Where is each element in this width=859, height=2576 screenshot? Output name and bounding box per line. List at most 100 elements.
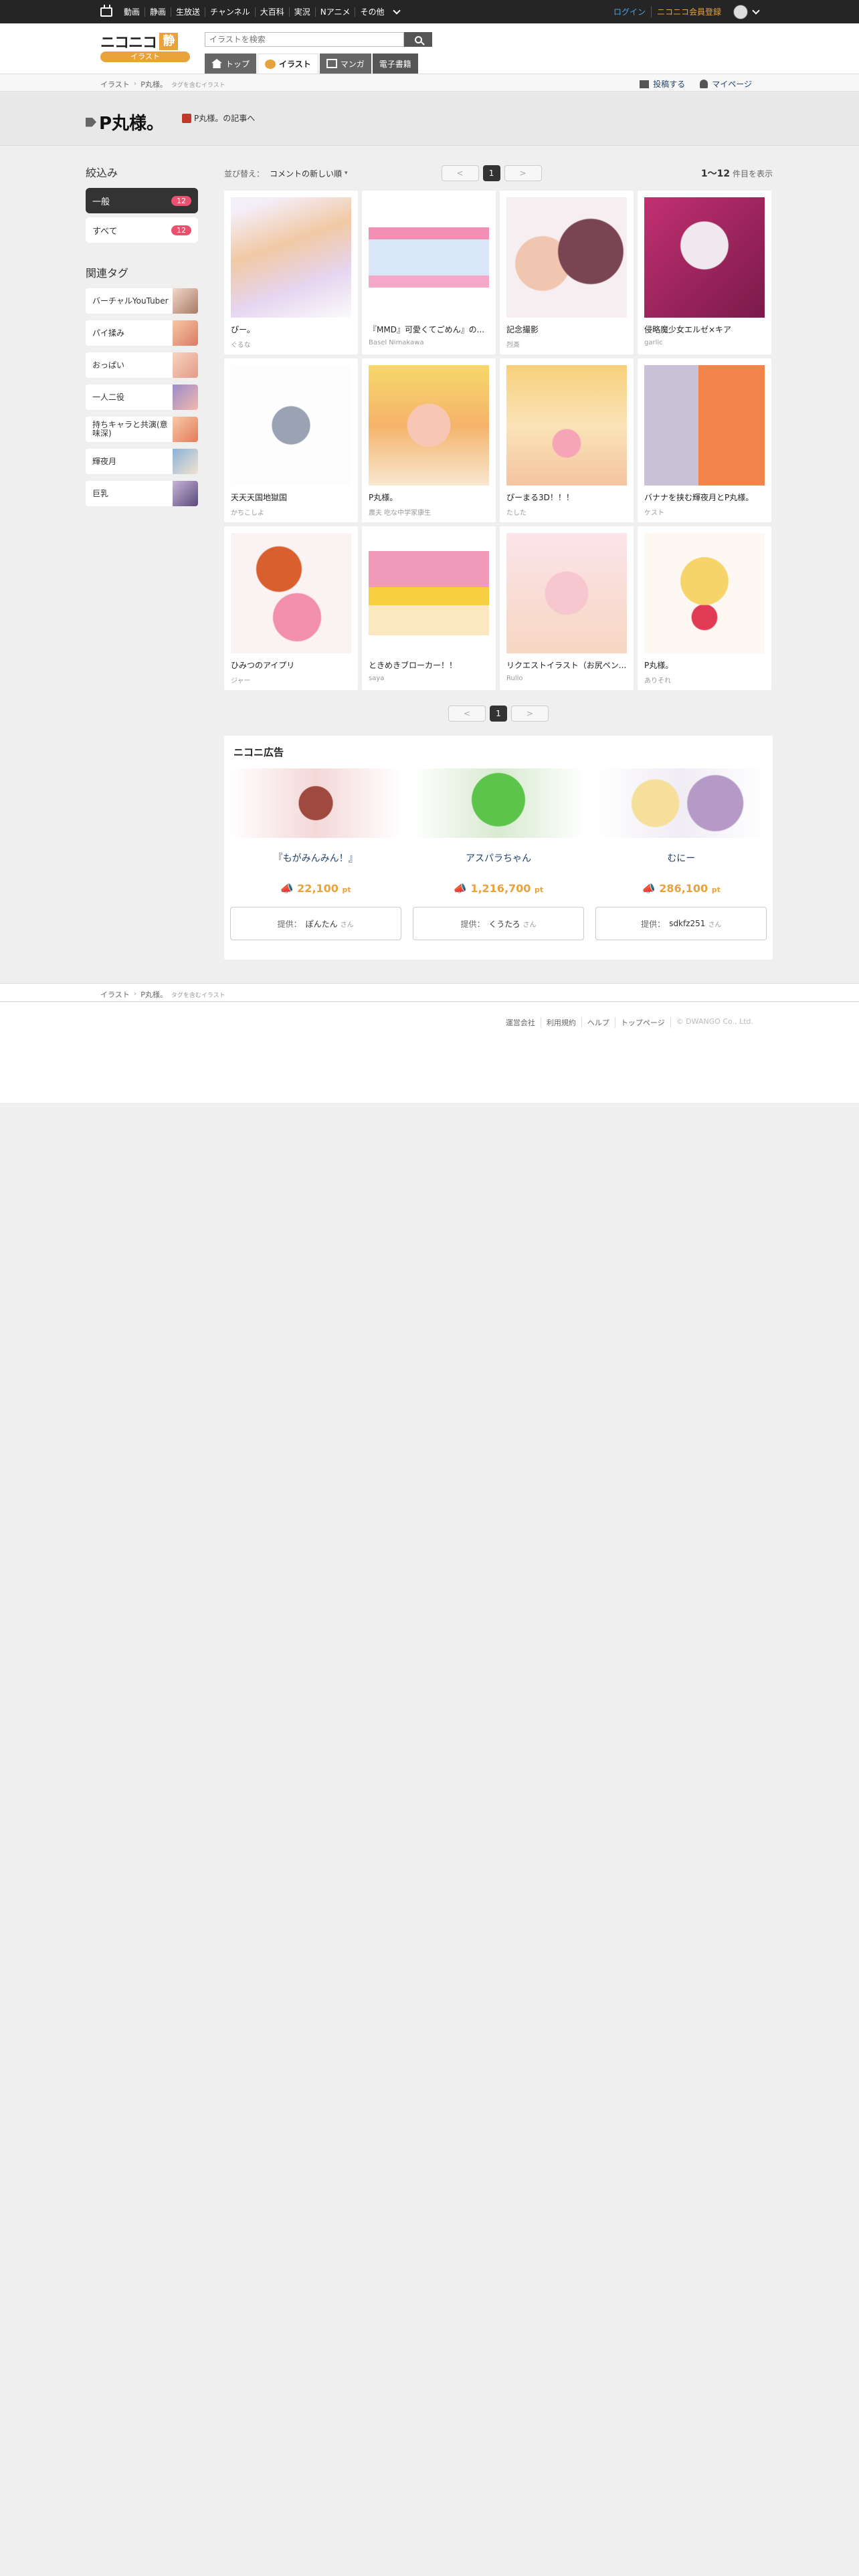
- tab-manga[interactable]: マンガ: [319, 53, 371, 74]
- chevron-down-icon[interactable]: ▾: [345, 170, 348, 177]
- prev-page-button[interactable]: <: [448, 706, 486, 722]
- search-input[interactable]: [205, 32, 404, 47]
- site-logo[interactable]: ニコニコ静 イラスト: [100, 31, 190, 64]
- footer-link-top[interactable]: トップページ: [614, 1017, 670, 1028]
- nicoad-name[interactable]: アスパラちゃん: [413, 851, 584, 865]
- prev-page-button[interactable]: <: [441, 165, 479, 181]
- next-page-button[interactable]: >: [511, 706, 549, 722]
- chevron-down-icon[interactable]: [393, 6, 401, 15]
- nav-link-jikkyo[interactable]: 実況: [288, 7, 315, 17]
- illust-thumbnail[interactable]: [644, 197, 765, 318]
- illust-thumbnail[interactable]: [506, 365, 627, 486]
- illust-thumbnail[interactable]: [644, 365, 765, 486]
- illust-card[interactable]: ぴーまる3D！！！ たした: [500, 358, 634, 522]
- nicoad-provider[interactable]: 提供： くうたろ さん: [412, 907, 584, 940]
- illust-card[interactable]: ときめきブローカー！！ saya: [362, 526, 496, 690]
- post-button[interactable]: 投稿する: [640, 78, 685, 90]
- illust-card[interactable]: 記念撮影 烈斎: [500, 191, 634, 354]
- illust-author[interactable]: garlic: [644, 339, 765, 346]
- illust-author[interactable]: 烈斎: [506, 339, 627, 349]
- footer-link-terms[interactable]: 利用規約: [540, 1017, 581, 1028]
- related-tag[interactable]: パイ揉み: [86, 320, 198, 346]
- nicoad-provider[interactable]: 提供： ぽんたん さん: [229, 907, 401, 940]
- illust-author[interactable]: Rullo: [506, 675, 627, 682]
- illust-card[interactable]: 天天天国地獄国 かちこしよ: [224, 358, 358, 522]
- illust-thumbnail[interactable]: [369, 533, 489, 653]
- next-page-button[interactable]: >: [504, 165, 542, 181]
- tab-top[interactable]: トップ: [205, 53, 257, 74]
- breadcrumb-root[interactable]: イラスト: [100, 989, 130, 1000]
- related-tag[interactable]: 一人二役: [86, 385, 198, 410]
- illust-author[interactable]: かちこしよ: [231, 507, 351, 517]
- tab-illust[interactable]: イラスト: [258, 53, 318, 74]
- login-link[interactable]: ログイン: [608, 6, 651, 17]
- illust-title[interactable]: 記念撮影: [506, 324, 627, 335]
- nav-link-channel[interactable]: チャンネル: [205, 7, 255, 17]
- illust-card[interactable]: P丸様。 ありそれ: [638, 526, 771, 690]
- related-tag[interactable]: おっぱい: [86, 352, 198, 378]
- nav-link-seiga[interactable]: 静画: [145, 7, 171, 17]
- illust-thumbnail[interactable]: [369, 197, 489, 318]
- illust-thumbnail[interactable]: [506, 533, 627, 653]
- illust-author[interactable]: 農夫 吃な中学家康生: [369, 507, 489, 517]
- tab-ebook[interactable]: 電子書籍: [372, 53, 418, 74]
- illust-title[interactable]: ぴー。: [231, 324, 351, 335]
- illust-title[interactable]: バナナを挟む輝夜月とP丸様。: [644, 492, 765, 503]
- filter-general[interactable]: 一般 12: [86, 188, 198, 213]
- illust-thumbnail[interactable]: [231, 197, 351, 318]
- illust-thumbnail[interactable]: [231, 365, 351, 486]
- illust-thumbnail[interactable]: [644, 533, 765, 653]
- illust-thumbnail[interactable]: [506, 197, 627, 318]
- nicoad-name[interactable]: 『もがみんみん！』: [230, 851, 401, 865]
- footer-link-help[interactable]: ヘルプ: [581, 1017, 615, 1028]
- page-number[interactable]: 1: [482, 165, 500, 181]
- nicoad-name[interactable]: むにー: [595, 851, 767, 865]
- breadcrumb-root[interactable]: イラスト: [100, 79, 130, 90]
- nicoad-image[interactable]: [595, 768, 767, 838]
- nicoad-image[interactable]: [412, 768, 584, 838]
- chevron-down-icon[interactable]: [752, 6, 760, 15]
- nicoad-image[interactable]: [229, 768, 401, 838]
- illust-title[interactable]: 天天天国地獄国: [231, 492, 351, 503]
- nav-link-nanime[interactable]: Nアニメ: [314, 7, 355, 17]
- illust-card[interactable]: ぴー。 ぐるな: [224, 191, 358, 354]
- related-tag[interactable]: バーチャルYouTuber: [86, 288, 198, 314]
- illust-title[interactable]: P丸様。: [369, 492, 489, 503]
- avatar[interactable]: [733, 4, 748, 19]
- illust-title[interactable]: 侵略魔少女エルゼ×キア: [644, 324, 765, 335]
- illust-thumbnail[interactable]: [369, 365, 489, 486]
- illust-author[interactable]: ぐるな: [231, 339, 351, 349]
- illust-card[interactable]: バナナを挟む輝夜月とP丸様。 ケスト: [638, 358, 771, 522]
- mypage-button[interactable]: マイページ: [700, 78, 752, 90]
- niconico-tv-icon[interactable]: [100, 7, 112, 17]
- illust-title[interactable]: 『MMD』可愛くてごめん』の...: [369, 324, 489, 335]
- footer-link-company[interactable]: 運営会社: [500, 1017, 541, 1028]
- search-button[interactable]: [404, 32, 432, 47]
- illust-card[interactable]: リクエストイラスト（お尻ペン... Rullo: [500, 526, 634, 690]
- illust-author[interactable]: ケスト: [644, 507, 765, 517]
- illust-author[interactable]: たした: [506, 507, 627, 517]
- illust-card[interactable]: P丸様。農夫 吃な中学家康生: [362, 358, 496, 522]
- illust-author[interactable]: ジャー: [231, 675, 351, 685]
- illust-author[interactable]: saya: [369, 675, 489, 682]
- illust-author[interactable]: Basel Nimakawa: [369, 339, 489, 346]
- illust-title[interactable]: ときめきブローカー！！: [369, 659, 489, 671]
- nav-link-more[interactable]: その他: [355, 7, 389, 17]
- page-number[interactable]: 1: [490, 706, 507, 722]
- filter-all[interactable]: すべて 12: [86, 217, 198, 243]
- illust-card[interactable]: ひみつのアイプリ ジャー: [224, 526, 358, 690]
- illust-thumbnail[interactable]: [231, 533, 351, 653]
- illust-title[interactable]: P丸様。: [644, 659, 765, 671]
- nicoad-provider[interactable]: 提供： sdkfz251 さん: [595, 907, 767, 940]
- nav-link-dic[interactable]: 大百科: [254, 7, 289, 17]
- register-link[interactable]: ニコニコ会員登録: [650, 6, 727, 17]
- nicoad-item[interactable]: むにー 📣 286,100 pt 提供： sdkfz251 さん: [595, 768, 767, 940]
- illust-title[interactable]: ぴーまる3D！！！: [506, 492, 627, 503]
- dic-article-link[interactable]: P丸様。の記事へ: [182, 112, 255, 124]
- related-tag[interactable]: 巨乳: [86, 481, 198, 506]
- related-tag[interactable]: 持ちキャラと共演(意味深): [86, 417, 198, 442]
- sort-select[interactable]: コメントの新しい順: [270, 168, 342, 179]
- illust-title[interactable]: ひみつのアイプリ: [231, 659, 351, 671]
- illust-card[interactable]: 『MMD』可愛くてごめん』の... Basel Nimakawa: [362, 191, 496, 354]
- nav-link-douga[interactable]: 動画: [119, 7, 145, 17]
